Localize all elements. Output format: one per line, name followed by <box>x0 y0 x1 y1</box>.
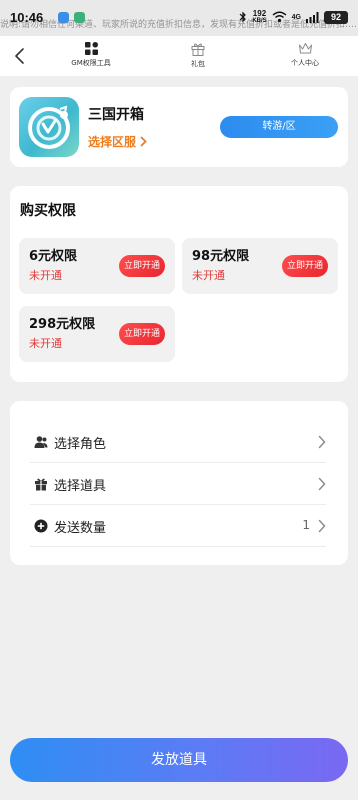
select-server-link[interactable]: 选择区服 <box>88 133 147 150</box>
chevron-right-icon <box>318 435 326 449</box>
permission-name: 6元权限 <box>29 249 78 264</box>
game-card: 三国开箱 选择区服 转游/区 <box>10 87 348 167</box>
send-quantity-row[interactable]: 发送数量 1 <box>30 505 326 547</box>
bluetooth-icon <box>239 11 247 23</box>
plus-circle-icon <box>34 519 48 533</box>
select-item-row[interactable]: 选择道具 <box>30 463 326 505</box>
chevron-right-icon <box>318 519 326 533</box>
permission-name: 98元权限 <box>192 249 250 264</box>
status-indicators: 192 KB/S 4G 92 <box>239 9 348 25</box>
tab-label: 礼包 <box>191 60 205 68</box>
permission-status: 未开通 <box>29 269 62 282</box>
gift-icon <box>35 478 47 491</box>
switch-game-server-button[interactable]: 转游/区 <box>220 116 338 138</box>
chevron-right-icon <box>140 136 147 147</box>
permission-status: 未开通 <box>192 269 225 282</box>
notification-app-icon <box>58 12 69 23</box>
tab-gm-tools[interactable]: GM权限工具 <box>51 42 131 68</box>
permission-card-298: 298元权限 未开通 立即开通 <box>19 306 175 362</box>
activate-button[interactable]: 立即开通 <box>282 255 328 277</box>
tab-personal-center[interactable]: 个人中心 <box>265 42 345 68</box>
section-title: 购买权限 <box>20 203 76 219</box>
grid-icon <box>84 42 98 55</box>
purchase-permissions-section: 购买权限 6元权限 未开通 立即开通 98元权限 未开通 立即开通 298元权限… <box>10 186 348 382</box>
dispatch-settings: 选择角色 选择道具 发送数量 1 <box>10 401 348 565</box>
network-type: 4G <box>291 13 301 21</box>
crown-icon <box>298 43 312 54</box>
game-title: 三国开箱 <box>88 107 144 123</box>
game-logo-icon <box>19 97 79 157</box>
signal-icon <box>306 11 319 23</box>
status-bar: 说明:请勿相信任何渠道、玩家所说的充值折扣信息，发现有充值折扣或者是低充值折扣…… <box>0 0 358 36</box>
net-speed: 192 KB/S <box>252 9 267 25</box>
top-header: GM权限工具 礼包 个人中心 <box>0 36 358 76</box>
back-button[interactable] <box>10 44 30 68</box>
tab-label: GM权限工具 <box>71 59 111 67</box>
status-time: 10:46 <box>10 10 44 25</box>
tab-label: 个人中心 <box>291 59 319 67</box>
net-speed-value: 192 <box>252 9 267 18</box>
release-item-button[interactable]: 发放道具 <box>10 738 348 782</box>
activate-button[interactable]: 立即开通 <box>119 323 165 345</box>
permission-card-6: 6元权限 未开通 立即开通 <box>19 238 175 294</box>
activate-button[interactable]: 立即开通 <box>119 255 165 277</box>
row-label: 选择道具 <box>54 479 107 494</box>
battery-indicator: 92 <box>324 10 348 24</box>
row-label: 选择角色 <box>54 437 107 452</box>
chevron-right-icon <box>318 477 326 491</box>
permission-name: 298元权限 <box>29 317 96 332</box>
status-app-icons <box>58 12 85 23</box>
user-icon <box>34 436 48 448</box>
chevron-left-icon <box>15 48 24 64</box>
notification-app-icon <box>74 12 85 23</box>
select-server-label: 选择区服 <box>88 135 137 149</box>
tab-gift[interactable]: 礼包 <box>158 42 238 69</box>
net-speed-unit: KB/S <box>252 18 267 24</box>
wifi-icon <box>272 11 287 23</box>
permission-card-98: 98元权限 未开通 立即开通 <box>182 238 338 294</box>
permission-status: 未开通 <box>29 337 62 350</box>
gift-icon <box>191 43 205 56</box>
row-label: 发送数量 <box>54 521 107 536</box>
select-role-row[interactable]: 选择角色 <box>30 421 326 463</box>
quantity-value: 1 <box>302 518 310 532</box>
